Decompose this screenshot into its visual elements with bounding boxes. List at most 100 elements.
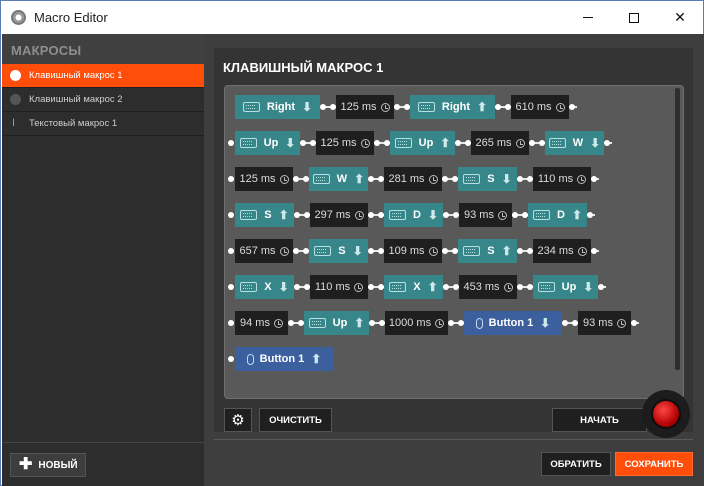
connector-dot: [294, 284, 300, 290]
event-label: Up: [332, 317, 348, 329]
arrow-down-icon: ⬇: [583, 280, 594, 294]
sidebar-item-macro[interactable]: Клавишный макрос 1: [2, 64, 204, 88]
clock-icon: [497, 210, 507, 220]
key-event-block[interactable]: D ⬇: [384, 203, 443, 227]
delay-label: 297 ms: [314, 209, 351, 221]
connector-dot: [293, 176, 299, 182]
key-event-block[interactable]: W ⬇: [545, 131, 604, 155]
keyboard-icon: [537, 282, 555, 292]
settings-button[interactable]: ⚙: [224, 408, 252, 432]
delay-block[interactable]: 265 ms: [471, 131, 529, 155]
key-event-block[interactable]: Up ⬇: [235, 131, 300, 155]
key-event-block[interactable]: X ⬆: [384, 275, 443, 299]
delay-label: 109 ms: [388, 245, 425, 257]
minimize-button[interactable]: [565, 1, 611, 34]
new-macro-button[interactable]: ✚ НОВЫЙ: [10, 453, 86, 477]
delay-label: 1000 ms: [388, 317, 432, 329]
delay-block[interactable]: 453 ms: [459, 275, 517, 299]
delay-label: 94 ms: [240, 317, 270, 329]
delay-block[interactable]: 1000 ms: [385, 311, 448, 335]
clear-button[interactable]: ОЧИСТИТЬ: [259, 408, 332, 432]
connector-dot: [448, 320, 454, 326]
record-icon: [651, 399, 681, 429]
delay-block[interactable]: 125 ms: [235, 167, 293, 191]
connector-dot: [455, 140, 461, 146]
clock-icon: [577, 174, 587, 184]
clock-icon: [354, 282, 364, 292]
key-event-block[interactable]: Up ⬆: [390, 131, 455, 155]
connector-dot: [320, 104, 326, 110]
connector-dot: [562, 320, 568, 326]
connector-dot: [591, 176, 597, 182]
keyboard-icon: [388, 210, 406, 220]
app-icon: [11, 10, 26, 25]
start-record-button[interactable]: НАЧАТЬ: [552, 408, 647, 432]
delay-label: 110 ms: [537, 173, 574, 185]
scrollbar[interactable]: [675, 88, 680, 396]
delay-block[interactable]: 94 ms: [235, 311, 288, 335]
mouse-event-block[interactable]: Button 1 ⬆: [235, 347, 333, 371]
clock-icon: [380, 102, 390, 112]
key-event-block[interactable]: S ⬆: [458, 239, 517, 263]
connector-dot: [228, 320, 234, 326]
sidebar-item-macro[interactable]: Клавишный макрос 2: [2, 88, 204, 112]
key-event-block[interactable]: Up ⬆: [304, 311, 369, 335]
connector-dot: [394, 104, 400, 110]
clock-icon: [273, 318, 283, 328]
delay-block[interactable]: 93 ms: [459, 203, 512, 227]
new-macro-label: НОВЫЙ: [38, 459, 78, 471]
delay-block[interactable]: 110 ms: [310, 275, 368, 299]
mouse-icon: [475, 317, 483, 329]
macro-sequence[interactable]: Right ⬇ 125 ms Right ⬆ 610 ms Up ⬇ 125 ms Up ⬆ 265 …: [224, 85, 684, 399]
maximize-button[interactable]: [611, 1, 657, 34]
delay-block[interactable]: 93 ms: [578, 311, 631, 335]
close-button[interactable]: ✕: [657, 1, 703, 34]
text-macro-icon: I: [12, 117, 16, 129]
sidebar-item-macro[interactable]: I Текстовый макрос 1: [2, 112, 204, 136]
save-button[interactable]: СОХРАНИТЬ: [615, 452, 693, 476]
delay-block[interactable]: 234 ms: [533, 239, 591, 263]
title-bar: Macro Editor ✕: [1, 1, 703, 34]
clock-icon: [577, 246, 587, 256]
key-event-block[interactable]: W ⬆: [309, 167, 368, 191]
delay-block[interactable]: 297 ms: [310, 203, 368, 227]
delay-block[interactable]: 281 ms: [384, 167, 442, 191]
connector-dot: [300, 140, 306, 146]
footer-divider: [214, 439, 693, 440]
key-event-block[interactable]: Right ⬇: [235, 95, 320, 119]
key-event-block[interactable]: S ⬆: [235, 203, 294, 227]
delay-block[interactable]: 610 ms: [511, 95, 569, 119]
key-event-block[interactable]: X ⬇: [235, 275, 294, 299]
key-event-block[interactable]: S ⬇: [309, 239, 368, 263]
connector-dot: [443, 212, 449, 218]
key-event-block[interactable]: S ⬇: [458, 167, 517, 191]
key-event-block[interactable]: D ⬆: [528, 203, 587, 227]
arrow-down-icon: ⬇: [278, 280, 289, 294]
clock-icon: [515, 138, 525, 148]
connector-dot: [512, 212, 518, 218]
key-event-block[interactable]: Up ⬇: [533, 275, 598, 299]
delay-block[interactable]: 657 ms: [235, 239, 293, 263]
mouse-event-block[interactable]: Button 1 ⬇: [464, 311, 562, 335]
record-button[interactable]: [642, 390, 690, 438]
connector-dot: [604, 140, 610, 146]
revert-button[interactable]: ОБРАТИТЬ: [541, 452, 611, 476]
delay-block[interactable]: 125 ms: [316, 131, 374, 155]
delay-block[interactable]: 110 ms: [533, 167, 591, 191]
event-label: Up: [561, 281, 577, 293]
delay-block[interactable]: 125 ms: [336, 95, 394, 119]
arrow-up-icon: ⬆: [354, 316, 365, 330]
keyboard-icon: [240, 282, 258, 292]
scrollbar-thumb[interactable]: [675, 88, 680, 370]
event-label: Button 1: [259, 353, 305, 365]
keyboard-icon: [314, 246, 332, 256]
delay-block[interactable]: 109 ms: [384, 239, 442, 263]
clock-icon: [435, 318, 445, 328]
clock-icon: [428, 174, 438, 184]
keyboard-icon: [389, 282, 407, 292]
connector-dot: [369, 320, 375, 326]
key-event-block[interactable]: Right ⬆: [410, 95, 495, 119]
connector-dot: [368, 176, 374, 182]
macro-title: КЛАВИШНЫЙ МАКРОС 1: [223, 60, 384, 75]
delay-label: 93 ms: [583, 317, 613, 329]
